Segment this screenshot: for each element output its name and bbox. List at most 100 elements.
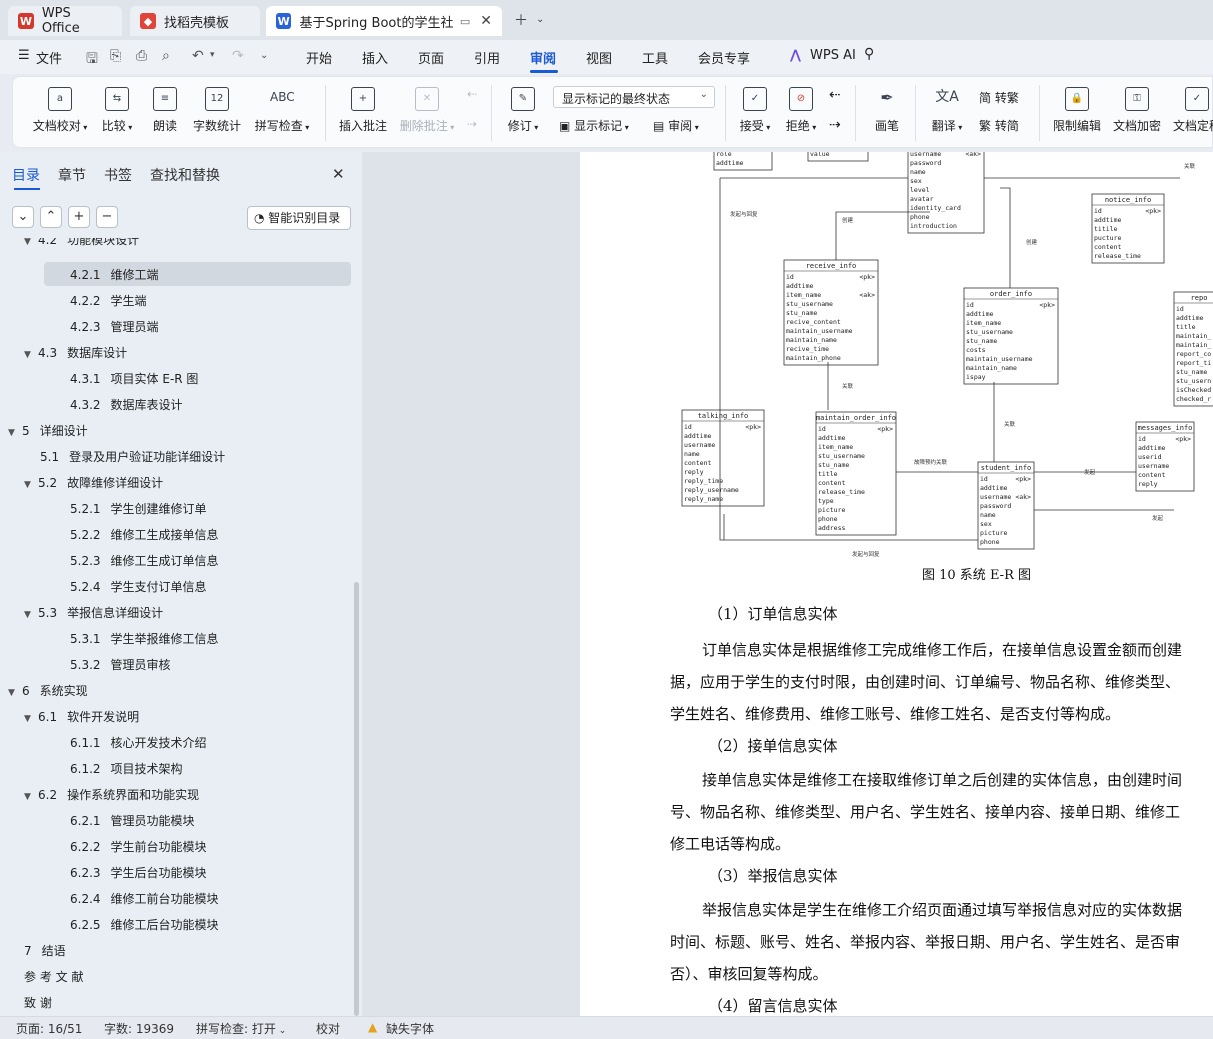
missing-font-status[interactable]: 缺失字体	[386, 1020, 434, 1037]
read-aloud-button[interactable]: ≡ 朗读	[147, 87, 183, 134]
print-preview-icon[interactable]: ⌕	[162, 48, 170, 64]
proofread-status[interactable]: 校对	[316, 1020, 340, 1037]
insert-comment-button[interactable]: + 插入批注	[335, 87, 391, 134]
toc-item[interactable]: ▼ 4.3 数据库设计	[24, 342, 127, 364]
menu-insert[interactable]: 插入	[362, 48, 388, 67]
save-icon[interactable]: 🖫	[86, 48, 98, 72]
tab-list-chevron-icon[interactable]: ⌄	[536, 14, 544, 25]
proofread-button[interactable]: a 文档校对 ▾	[29, 87, 91, 134]
toc-item[interactable]: ▼ 4.2 功能模块设计	[24, 238, 139, 250]
toc-item[interactable]: 6.1.2 项目技术架构	[70, 758, 183, 780]
toc-item[interactable]: 5.2.4 学生支付订单信息	[70, 576, 207, 598]
collapse-all-button[interactable]: ⌄	[12, 206, 34, 228]
remove-heading-button[interactable]: −	[96, 206, 118, 228]
tab-wps-office[interactable]: W WPS Office	[8, 6, 122, 36]
nav-tab-toc[interactable]: 目录	[12, 165, 40, 185]
export-icon[interactable]: ⎘	[110, 48, 121, 64]
toc-item[interactable]: 5.1 登录及用户验证功能详细设计	[40, 446, 225, 468]
toc-item[interactable]: 4.2.1 维修工端	[70, 264, 159, 286]
to-simplified-button[interactable]: 繁 转简	[979, 117, 1019, 134]
menu-tools[interactable]: 工具	[642, 48, 668, 67]
review-pane-button[interactable]: ▤ 审阅 ▾	[653, 117, 699, 134]
compare-button[interactable]: ⇆ 比较 ▾	[97, 87, 137, 134]
window-icon[interactable]: ▭	[460, 15, 470, 28]
markup-mode-select[interactable]: 显示标记的最终状态 ⌄	[553, 86, 715, 108]
undo-icon[interactable]: ↶	[192, 48, 204, 64]
hamburger-icon[interactable]: ☰	[18, 48, 30, 63]
toc-item[interactable]: ▼ 5.2 故障维修详细设计	[24, 472, 163, 494]
print-icon[interactable]: ⎙	[136, 48, 147, 64]
page-indicator[interactable]: 页面: 16/51	[16, 1020, 82, 1037]
tab-daoke-templates[interactable]: ◆ 找稻壳模板	[130, 6, 260, 36]
menu-wps-ai[interactable]: WPS AI	[810, 48, 856, 63]
toc-item[interactable]: ▼ 6 系统实现	[8, 680, 88, 702]
menu-start[interactable]: 开始	[306, 48, 332, 67]
toc-item[interactable]: ▼ 6.2 操作系统界面和功能实现	[24, 784, 199, 806]
close-panel-icon[interactable]: ✕	[332, 165, 345, 183]
menu-view[interactable]: 视图	[586, 48, 612, 67]
spell-check-status[interactable]: 拼写检查: 打开 ⌄	[196, 1020, 286, 1037]
toc-item[interactable]: 6.2.4 维修工前台功能模块	[70, 888, 219, 910]
expand-arrow-icon[interactable]: ▼	[8, 422, 22, 444]
new-tab-icon[interactable]: ＋	[514, 10, 528, 30]
menu-file[interactable]: 文件	[36, 48, 62, 67]
word-count-button[interactable]: 12 字数统计	[189, 87, 245, 134]
toc-item[interactable]: 6.2.2 学生前台功能模块	[70, 836, 207, 858]
expand-arrow-icon[interactable]: ▼	[24, 474, 38, 496]
toc-item[interactable]: 4.2.3 管理员端	[70, 316, 159, 338]
toc-item[interactable]: 5.3.1 学生举报维修工信息	[70, 628, 219, 650]
toc-item[interactable]: 致 谢	[24, 992, 52, 1014]
menu-review[interactable]: 审阅	[530, 48, 556, 67]
close-tab-icon[interactable]: ✕	[480, 13, 492, 29]
nav-tab-bookmarks[interactable]: 书签	[104, 165, 132, 185]
track-changes-button[interactable]: ✎ 修订 ▾	[503, 87, 543, 134]
expand-arrow-icon[interactable]: ▼	[24, 708, 38, 730]
expand-up-button[interactable]: ⌃	[40, 206, 62, 228]
nav-tab-sections[interactable]: 章节	[58, 165, 86, 185]
toc-item[interactable]: 5.2.2 维修工生成接单信息	[70, 524, 219, 546]
expand-arrow-icon[interactable]: ▼	[24, 238, 38, 247]
toc-item[interactable]: 5.3.2 管理员审核	[70, 654, 171, 676]
toc-item[interactable]: 参 考 文 献	[24, 966, 83, 988]
expand-arrow-icon[interactable]: ▼	[24, 344, 38, 366]
encrypt-button[interactable]: ⚿ 文档加密	[1109, 87, 1165, 134]
toc-item[interactable]: 6.2.5 维修工后台功能模块	[70, 914, 219, 936]
nav-scrollbar[interactable]	[354, 582, 359, 1016]
nav-tab-find-replace[interactable]: 查找和替换	[150, 165, 220, 185]
reject-button[interactable]: ⊘ 拒绝 ▾	[781, 87, 821, 134]
toc-item[interactable]: 4.3.1 项目实体 E-R 图	[70, 368, 198, 390]
toc-item[interactable]: 5.2.3 维修工生成订单信息	[70, 550, 219, 572]
word-count[interactable]: 字数: 19369	[104, 1020, 174, 1037]
show-markup-button[interactable]: ▣ 显示标记 ▾	[559, 117, 629, 134]
tab-document[interactable]: W 基于Spring Boot的学生社区故障维修预约系统的设计与实现 ▭ ✕	[266, 6, 502, 36]
toc-item[interactable]: ▼ 5 详细设计	[8, 420, 88, 442]
more-chevron-icon[interactable]: ⌄	[260, 50, 268, 61]
expand-arrow-icon[interactable]: ▼	[24, 604, 38, 626]
toc-item[interactable]: ▼ 6.1 软件开发说明	[24, 706, 139, 728]
search-icon[interactable]: ⚲	[864, 46, 874, 62]
toc-item[interactable]: 4.2.2 学生端	[70, 290, 147, 312]
finalize-button[interactable]: ✓ 文档定稿	[1169, 87, 1213, 134]
document-page[interactable]: role addtime value username <ak> password name…	[580, 152, 1213, 1016]
prev-change-icon[interactable]: ⇠	[829, 87, 841, 103]
toc-item[interactable]: 5.2.1 学生创建维修订单	[70, 498, 207, 520]
toc-item[interactable]: 4.3.2 数据库表设计	[70, 394, 183, 416]
add-heading-button[interactable]: +	[68, 206, 90, 228]
spell-check-button[interactable]: ABC 拼写检查 ▾	[251, 87, 313, 134]
accept-button[interactable]: ✓ 接受 ▾	[735, 87, 775, 134]
expand-arrow-icon[interactable]: ▼	[8, 682, 22, 704]
toc-item[interactable]: 6.2.3 学生后台功能模块	[70, 862, 207, 884]
to-traditional-button[interactable]: 简 转繁	[979, 89, 1019, 106]
next-change-icon[interactable]: ⇢	[829, 117, 841, 133]
menu-page[interactable]: 页面	[418, 48, 444, 67]
undo-chevron-icon[interactable]: ▾	[210, 50, 215, 60]
toc-item[interactable]: 7 结语	[24, 940, 66, 962]
menu-member[interactable]: 会员专享	[698, 48, 750, 67]
toc-item[interactable]: ▼ 5.3 举报信息详细设计	[24, 602, 163, 624]
translate-button[interactable]: 文A 翻译 ▾	[925, 87, 969, 134]
restrict-edit-button[interactable]: 🔒 限制编辑	[1049, 87, 1105, 134]
toc-item[interactable]: 6.1.1 核心开发技术介绍	[70, 732, 207, 754]
ink-button[interactable]: ✒ 画笔	[869, 87, 905, 134]
expand-arrow-icon[interactable]: ▼	[24, 786, 38, 808]
toc-item[interactable]: 6.2.1 管理员功能模块	[70, 810, 195, 832]
